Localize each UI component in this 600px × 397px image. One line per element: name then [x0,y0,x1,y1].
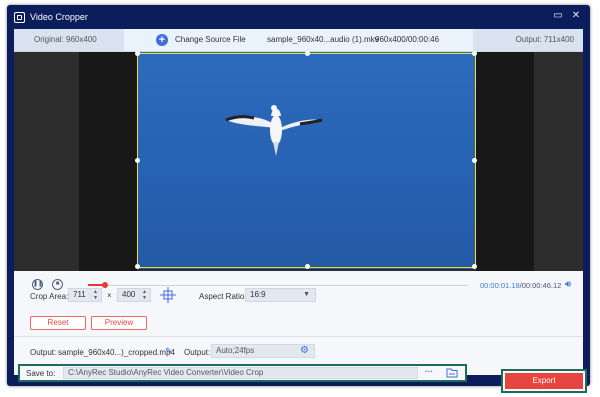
crop-handle-bottom-right[interactable] [472,264,477,269]
output-format-label: Output: [184,348,211,357]
time-display: 00:00:01.18/00:00:46.12 [480,281,561,290]
volume-icon[interactable]: 🔊︎ [565,279,571,290]
change-source-file-button[interactable]: Change Source File [175,35,246,44]
timeline-thumb[interactable] [102,282,108,288]
folder-icon[interactable] [446,367,458,378]
crop-handle-top-left[interactable] [135,51,140,56]
crop-height-value: 400 [122,290,136,299]
crop-handle-bottom[interactable] [305,264,310,269]
crop-handle-bottom-left[interactable] [135,264,140,269]
add-icon[interactable]: + [156,34,168,46]
browse-more-button[interactable]: ··· [425,367,433,376]
output-file-name: sample_960x40...)_cropped.mp4 [58,348,175,357]
video-preview [14,51,583,271]
crop-handle-top[interactable] [305,51,310,56]
save-to-label: Save to: [26,369,56,378]
center-crop-icon[interactable] [159,286,177,304]
window-title: Video Cropper [30,12,88,22]
app-logo-icon [14,12,25,23]
aspect-ratio-select[interactable]: 16:9 ▼ [245,288,316,302]
export-button[interactable]: Export [505,373,583,389]
pause-button[interactable]: ❚❚ [32,279,43,290]
current-time: 00:00:01.18 [480,281,520,290]
crop-area-label: Crop Area: [30,292,69,301]
reset-button[interactable]: Reset [30,316,86,330]
info-bar: Original: 960x400 + Change Source File s… [14,29,583,52]
output-resolution: Output: 711x400 [473,29,583,51]
save-to-row: Save to: C:\AnyRec Studio\AnyRec Video C… [18,364,467,382]
aspect-ratio-label: Aspect Ratio: [199,292,247,301]
crop-handle-top-right[interactable] [472,51,477,56]
times-sign: × [107,291,112,300]
crop-handle-right[interactable] [472,158,477,163]
crop-width-value: 711 [73,290,86,299]
total-time: /00:00:46.12 [519,281,562,290]
crop-box[interactable] [135,51,477,269]
divider [14,336,583,337]
letterbox-left [79,52,137,271]
main-content: Original: 960x400 + Change Source File s… [14,29,587,393]
preview-button[interactable]: Preview [91,316,147,330]
app-window: Video Cropper ▭ ✕ Original: 960x400 + Ch… [7,5,590,393]
chevron-down-icon: ▼ [303,291,310,298]
export-highlight: Export [501,369,587,393]
title-bar: Video Cropper ▭ ✕ [7,5,590,31]
timeline-track[interactable] [88,285,468,286]
gear-icon[interactable]: ⚙ [300,345,309,356]
aspect-ratio-value: 16:9 [250,290,266,299]
width-stepper-icon[interactable]: ▲ ▼ [93,289,98,301]
close-button[interactable]: ✕ [570,10,582,22]
crop-handle-left[interactable] [135,158,140,163]
maximize-button[interactable]: ▭ [552,10,564,22]
save-path-field[interactable]: C:\AnyRec Studio\AnyRec Video Converter\… [63,367,418,379]
output-label: Output: [30,348,57,357]
source-file-info: 960x400/00:00:46 [375,35,440,44]
height-stepper-icon[interactable]: ▲ ▼ [142,289,147,301]
crop-height-input[interactable]: 400 ▲ ▼ [117,288,151,302]
crop-width-input[interactable]: 711 ▲ ▼ [68,288,102,302]
original-resolution: Original: 960x400 [14,29,124,51]
letterbox-right [476,52,534,271]
stop-button[interactable]: ■ [52,279,63,290]
source-file-name: sample_960x40...audio (1).mkv [267,35,379,44]
edit-icon[interactable]: ✎ [165,346,173,357]
